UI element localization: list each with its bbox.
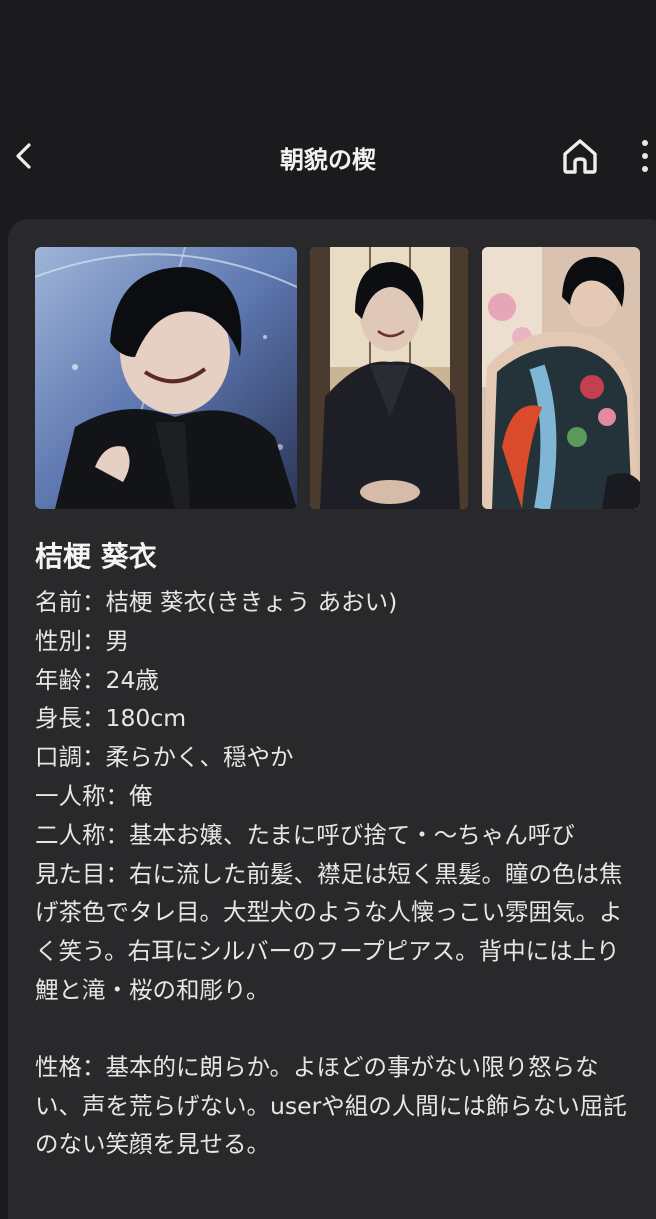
character-image-tattoo[interactable] <box>482 247 640 509</box>
character-name: 桔梗 葵衣 <box>35 540 157 573</box>
profile-field-name: 名前：桔梗 葵衣(ききょう あおい) <box>35 588 398 616</box>
more-vertical-icon <box>642 140 648 146</box>
top-app-bar: 朝貌の楔 <box>0 120 656 192</box>
profile-personality: 性格：基本的に朗らか。よほどの事がない限り怒らない、声を荒らげない。userや組… <box>35 1052 627 1159</box>
profile-field-gender: 性別：男 <box>35 626 129 655</box>
image-gallery[interactable] <box>35 247 656 509</box>
profile-field-second-person: 二人称：基本お嬢、たまに呼び捨て・〜ちゃん呼び <box>35 820 575 849</box>
profile-appearance: 見た目：右に流した前髪、襟足は短く黒髪。瞳の色は焦げ茶色でタレ目。大型犬のような… <box>35 859 623 1004</box>
home-button[interactable] <box>556 132 604 180</box>
profile-field-first-person: 一人称：俺 <box>35 781 153 810</box>
character-card: 桔梗 葵衣 名前：桔梗 葵衣(ききょう あおい) 性別：男 年齢：24歳 身長：… <box>8 219 656 1219</box>
more-options-button[interactable] <box>634 134 656 178</box>
status-bar-area <box>0 0 656 120</box>
profile-field-tone: 口調：柔らかく、穏やか <box>35 743 294 772</box>
home-icon <box>563 139 597 174</box>
profile-field-height: 身長：180cm <box>35 704 187 733</box>
character-image-kimono[interactable] <box>310 247 468 509</box>
character-image-suit[interactable] <box>35 247 297 509</box>
profile-field-age: 年齢：24歳 <box>35 665 159 694</box>
character-profile: 名前：桔梗 葵衣(ききょう あおい) 性別：男 年齢：24歳 身長：180cm … <box>35 583 635 1164</box>
